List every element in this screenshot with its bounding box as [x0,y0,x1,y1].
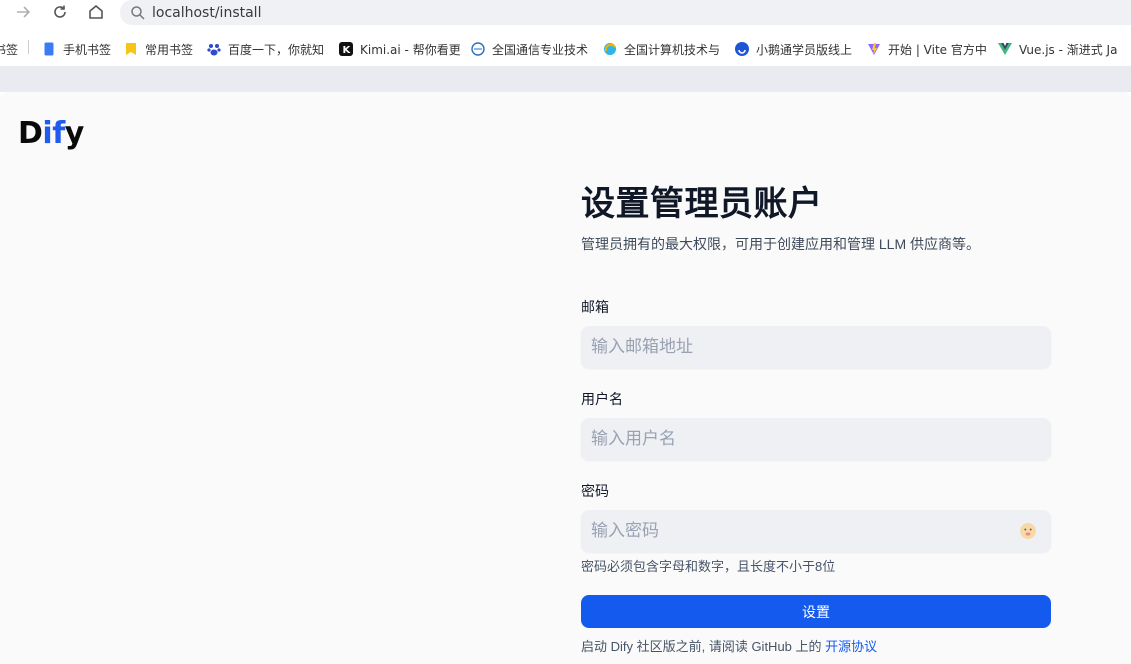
home-icon [89,5,103,19]
reload-button[interactable] [49,2,71,22]
username-field[interactable] [591,429,1051,449]
bookmark-vite[interactable]: 开始 | Vite 官方中 [867,40,986,58]
bookmark-kimi[interactable]: K Kimi.ai - 帮你看更 [339,40,460,58]
password-field[interactable] [591,521,1051,541]
page-title: 设置管理员账户 [581,185,823,223]
search-icon [131,5,145,20]
tab-strip-gap [0,66,1131,92]
url-text: localhost/install [152,4,262,21]
bookmark-jsj[interactable]: 全国计算机技术与 [603,40,720,58]
address-bar[interactable]: localhost/install [120,0,1131,25]
vue-icon [998,42,1012,56]
license-link[interactable]: 开源协议 [825,639,877,654]
browser-toolbar: localhost/install [0,0,1131,25]
bookmark-common[interactable]: 常用书签 [124,40,193,58]
admin-setup-form: 设置管理员账户 管理员拥有的最大权限，可用于创建应用和管理 LLM 供应商等。 … [581,184,1051,654]
terms-notice: 启动 Dify 社区版之前, 请阅读 GitHub 上的 开源协议 [581,639,878,654]
bookmark-separator [28,40,29,54]
xiaoe-icon [735,42,749,56]
username-field-wrapper [581,418,1051,460]
username-label: 用户名 [581,391,623,407]
email-label: 邮箱 [581,299,609,315]
submit-button[interactable]: 设置 [581,595,1051,628]
arrow-right-icon [17,6,31,18]
bookmark-xiaoe[interactable]: 小鹅通学员版线上 [735,40,852,58]
forward-button[interactable] [12,2,34,22]
bookmark-baidu[interactable]: 百度一下，你就知 [207,40,324,58]
email-field-wrapper [581,326,1051,368]
vite-icon [867,42,881,56]
home-button[interactable] [85,2,107,22]
password-label: 密码 [581,483,609,499]
password-hint: 密码必须包含字母和数字，且长度不小于8位 [581,559,836,574]
dify-logo: Dify [18,116,84,151]
bookmark-icon [124,42,138,56]
edge-icon [603,42,617,56]
globe-icon [471,42,485,56]
email-field[interactable] [591,337,1051,357]
install-page: Dify 设置管理员账户 管理员拥有的最大权限，可用于创建应用和管理 LLM 供… [0,92,1131,664]
reload-icon [54,5,66,18]
bookmarks-bar: 书签 手机书签 常用书签 百度一下，你就知 K Kimi.ai - 帮你看更 全… [0,36,1131,62]
page-subtitle: 管理员拥有的最大权限，可用于创建应用和管理 LLM 供应商等。 [581,236,981,252]
bookmark-folder[interactable]: 书签 [0,40,18,58]
kimi-icon: K [339,42,353,56]
show-password-icon[interactable] [1019,522,1037,540]
bookmark-phone[interactable]: 手机书签 [42,40,111,58]
bookmark-vue[interactable]: Vue.js - 渐进式 Ja [998,40,1117,58]
baidu-icon [207,42,221,56]
phone-icon [42,42,56,56]
password-field-wrapper [581,510,1051,552]
bookmark-txjs[interactable]: 全国通信专业技术 [471,40,588,58]
svg-text:K: K [343,45,352,56]
